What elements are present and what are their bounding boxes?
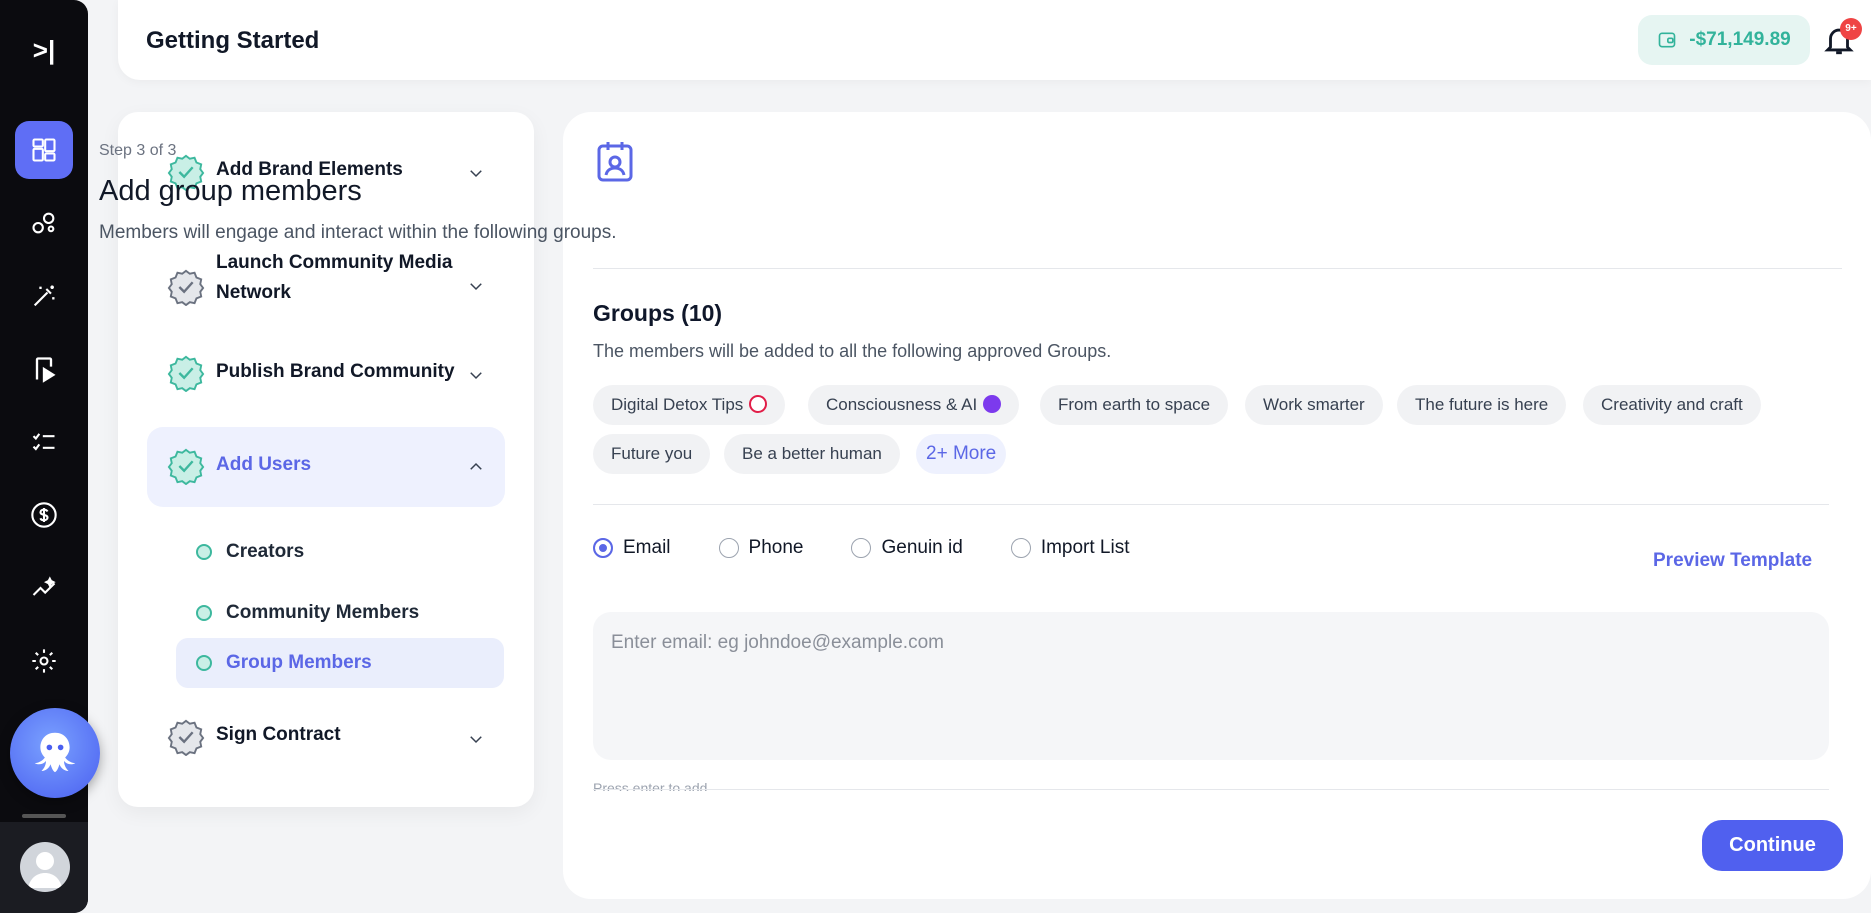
no-entry-icon <box>749 395 768 413</box>
radio-label: Email <box>623 537 671 558</box>
chip-label: Future you <box>611 444 693 463</box>
step-publish-brand-community[interactable]: Publish Brand Community <box>147 352 505 412</box>
verified-check-icon <box>167 448 205 485</box>
chevron-down-icon[interactable] <box>467 366 485 384</box>
group-chip: Digital Detox Tips <box>593 385 786 425</box>
divider <box>593 268 1842 269</box>
notification-badge: 9+ <box>1840 18 1862 40</box>
top-header: Getting Started -$71,149.89 9+ <box>118 0 1871 80</box>
substep-group-members[interactable]: Group Members <box>176 638 504 688</box>
id-badge-icon <box>597 142 633 182</box>
substep-label: Community Members <box>226 602 420 623</box>
radio-button[interactable] <box>1010 538 1031 558</box>
more-groups-button[interactable]: 2+ More <box>916 434 1007 474</box>
step-label: Add Users <box>216 454 312 475</box>
section-description: Members will engage and interact within … <box>99 222 617 243</box>
radio-import-list[interactable]: Import List <box>1010 537 1130 559</box>
user-area <box>0 822 88 913</box>
pending-check-icon <box>167 269 205 306</box>
radio-email[interactable]: Email <box>593 537 671 559</box>
group-chip: From earth to space <box>1040 385 1229 425</box>
groups-heading: Groups (10) <box>593 300 723 326</box>
page-title: Getting Started <box>146 27 320 54</box>
analytics-icon[interactable] <box>15 559 73 617</box>
group-chip: Creativity and craft <box>1583 385 1761 425</box>
radio-label: Phone <box>748 537 804 558</box>
chevron-down-icon[interactable] <box>467 730 485 748</box>
assistant-octopus-icon[interactable] <box>10 708 100 798</box>
section-title: Add group members <box>99 175 362 207</box>
dashboard-icon[interactable] <box>15 121 73 179</box>
checklist-icon[interactable] <box>15 413 73 471</box>
radio-button[interactable] <box>851 538 872 558</box>
wallet-balance-button[interactable]: -$71,149.89 <box>1638 15 1810 65</box>
step-label: Sign Contract <box>216 724 341 745</box>
substep-label: Group Members <box>226 652 372 673</box>
substep-label: Creators <box>226 541 305 562</box>
radio-label: Import List <box>1040 537 1130 558</box>
robot-icon <box>983 395 1002 413</box>
circles-icon[interactable] <box>15 194 73 252</box>
email-entry-area[interactable] <box>593 612 1829 760</box>
wallet-amount: -$71,149.89 <box>1689 29 1791 50</box>
radio-label: Genuin id <box>881 537 963 558</box>
verified-check-icon <box>167 355 205 392</box>
substep-creators[interactable]: Creators <box>176 527 504 577</box>
status-dot <box>196 655 212 671</box>
chip-label: Work smarter <box>1263 395 1365 414</box>
group-chip: Consciousness & AI <box>808 385 1020 425</box>
continue-button[interactable]: Continue <box>1702 820 1843 871</box>
chevron-down-icon[interactable] <box>467 164 485 182</box>
substep-community-members[interactable]: Community Members <box>176 588 504 638</box>
radio-phone[interactable]: Phone <box>718 537 804 559</box>
video-page-icon[interactable] <box>15 340 73 398</box>
status-dot <box>196 544 212 560</box>
divider <box>593 789 1829 790</box>
group-chip: Future you <box>593 434 711 474</box>
chevron-up-icon[interactable] <box>467 458 485 476</box>
group-chip: Work smarter <box>1245 385 1383 425</box>
chip-label: The future is here <box>1415 395 1549 414</box>
email-input[interactable] <box>593 612 1829 674</box>
chip-label: From earth to space <box>1058 395 1211 414</box>
chevron-down-icon[interactable] <box>467 277 485 295</box>
step-label: Launch Community Media Network <box>216 252 453 303</box>
status-dot <box>196 605 212 621</box>
pending-check-icon <box>167 719 205 756</box>
chip-label: Consciousness & AI <box>826 395 978 414</box>
magic-wand-icon[interactable] <box>15 267 73 325</box>
step-label: Publish Brand Community <box>216 361 455 382</box>
divider <box>593 504 1829 505</box>
radio-button[interactable] <box>718 538 739 558</box>
input-type-radio-group: Email Phone Genuin id Import List <box>593 537 1178 559</box>
settings-icon[interactable] <box>15 632 73 690</box>
group-chip: The future is here <box>1397 385 1567 425</box>
group-chip: Be a better human <box>724 434 900 474</box>
chip-label: Digital Detox Tips <box>611 395 744 414</box>
radio-genuin-id[interactable]: Genuin id <box>851 537 963 559</box>
step-add-users[interactable]: Add Users <box>147 427 505 507</box>
avatar[interactable] <box>20 842 70 892</box>
radio-button[interactable] <box>593 538 613 558</box>
groups-description: The members will be added to all the fol… <box>593 341 1112 361</box>
rail-divider <box>22 814 66 818</box>
dollar-icon[interactable] <box>15 486 73 544</box>
left-rail: >| <box>0 0 100 913</box>
expand-sidebar-icon[interactable]: >| <box>28 36 60 64</box>
step-launch-community-media-network[interactable]: Launch Community Media Network <box>147 246 505 326</box>
chip-label: Creativity and craft <box>1601 395 1743 414</box>
step-count: Step 3 of 3 <box>99 142 177 159</box>
chip-label: Be a better human <box>742 444 882 463</box>
main-card <box>563 112 1871 899</box>
onboarding-steps-panel: Add Brand Elements Launch Community Medi… <box>118 112 534 807</box>
step-sign-contract[interactable]: Sign Contract <box>147 717 505 777</box>
wallet-icon <box>1658 32 1676 48</box>
preview-template-link[interactable]: Preview Template <box>1653 550 1812 572</box>
